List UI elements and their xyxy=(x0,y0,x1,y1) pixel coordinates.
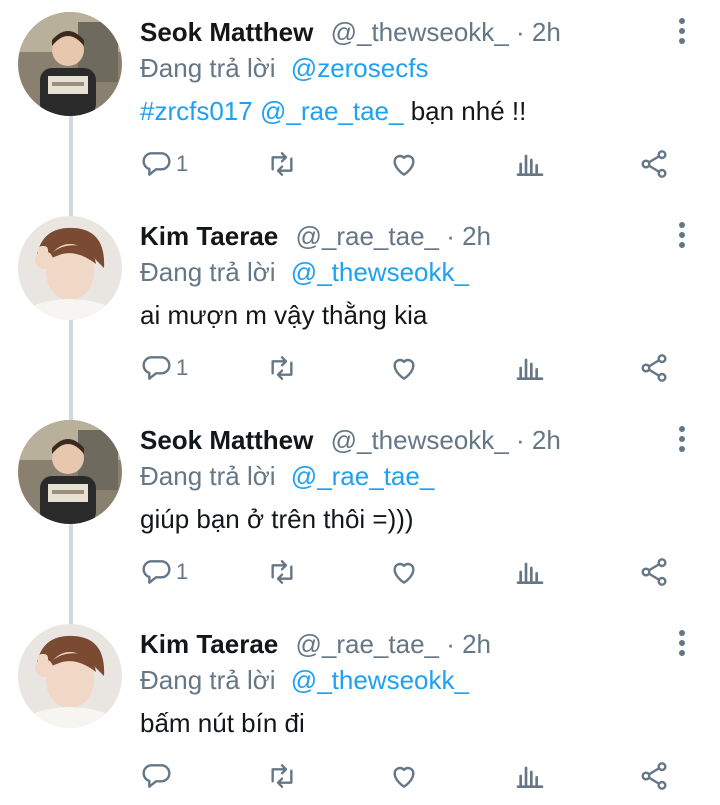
like-button[interactable] xyxy=(388,350,420,386)
action-bar: 1 xyxy=(140,350,680,386)
display-name[interactable]: Kim Taerae xyxy=(140,221,278,251)
reply-button[interactable]: 1 xyxy=(140,554,188,590)
more-vertical-icon[interactable] xyxy=(674,222,690,252)
display-name[interactable]: Kim Taerae xyxy=(140,629,278,659)
reply-count: 1 xyxy=(176,559,189,584)
avatar-kim-taerae-image xyxy=(18,216,122,320)
share-icon xyxy=(641,558,667,586)
replying-to-handle[interactable]: @_rae_tae_ xyxy=(291,461,435,491)
replying-to-label: Đang trả lời xyxy=(140,461,276,491)
tweet-body: giúp bạn ở trên thôi =))) xyxy=(140,504,414,534)
mention-link[interactable]: @_rae_tae_ xyxy=(260,96,404,126)
display-name[interactable]: Seok Matthew xyxy=(140,17,313,47)
tweet[interactable]: Kim Taerae @_rae_tae_ · 2h Đang trả lời … xyxy=(0,612,720,805)
like-button[interactable] xyxy=(388,554,420,590)
tweet-body: bấm nút bín đi xyxy=(140,708,305,738)
analytics-button[interactable] xyxy=(514,758,546,794)
analytics-button[interactable] xyxy=(514,146,546,182)
action-bar: 1 xyxy=(140,146,680,182)
analytics-icon xyxy=(516,154,544,176)
avatar[interactable] xyxy=(18,420,122,524)
hashtag-link[interactable]: #zrcfs017 xyxy=(140,96,253,126)
tweet-header: Kim Taerae @_rae_tae_ · 2h xyxy=(140,628,491,660)
tweet-header: Seok Matthew @_thewseokk_ · 2h xyxy=(140,16,561,48)
handle-and-time: @_thewseokk_ · 2h xyxy=(330,17,561,47)
avatar-kim-taerae-image xyxy=(18,624,122,728)
analytics-button[interactable] xyxy=(514,350,546,386)
share-icon xyxy=(641,354,667,382)
retweet-icon xyxy=(271,764,293,788)
replying-to: Đang trả lời @_thewseokk_ xyxy=(140,256,469,288)
reply-count: 1 xyxy=(176,151,189,176)
replying-to-label: Đang trả lời xyxy=(140,53,276,83)
tweet-text: bấm nút bín đi xyxy=(140,706,305,740)
tweet[interactable]: Kim Taerae @_rae_tae_ · 2h Đang trả lời … xyxy=(0,204,720,408)
tweet-text: #zrcfs017 @_rae_tae_ bạn nhé !! xyxy=(140,94,526,128)
avatar[interactable] xyxy=(18,12,122,116)
tweet[interactable]: Seok Matthew @_thewseokk_ · 2h Đang trả … xyxy=(0,0,720,204)
more-vertical-icon[interactable] xyxy=(674,18,690,48)
tweet-header: Seok Matthew @_thewseokk_ · 2h xyxy=(140,424,561,456)
analytics-icon xyxy=(516,766,544,788)
analytics-icon xyxy=(516,562,544,584)
retweet-button[interactable] xyxy=(266,350,298,386)
reply-button[interactable] xyxy=(140,758,176,794)
share-button[interactable] xyxy=(638,758,670,794)
replying-to-label: Đang trả lời xyxy=(140,665,276,695)
tweet[interactable]: Seok Matthew @_thewseokk_ · 2h Đang trả … xyxy=(0,408,720,612)
share-icon xyxy=(641,762,667,790)
avatar[interactable] xyxy=(18,624,122,728)
display-name[interactable]: Seok Matthew xyxy=(140,425,313,455)
replying-to: Đang trả lời @_rae_tae_ xyxy=(140,460,434,492)
like-button[interactable] xyxy=(388,758,420,794)
tweet-body: ai mượn m vậy thằng kia xyxy=(140,300,428,330)
reply-button[interactable]: 1 xyxy=(140,146,188,182)
retweet-button[interactable] xyxy=(266,146,298,182)
more-vertical-icon[interactable] xyxy=(674,630,690,660)
replying-to: Đang trả lời @zerosecfs xyxy=(140,52,428,84)
share-button[interactable] xyxy=(638,554,670,590)
tweet-header: Kim Taerae @_rae_tae_ · 2h xyxy=(140,220,491,252)
avatar-seok-matthew-image xyxy=(18,12,122,116)
analytics-icon xyxy=(516,358,544,380)
handle-and-time: @_thewseokk_ · 2h xyxy=(330,425,561,455)
retweet-icon xyxy=(271,560,293,584)
heart-icon xyxy=(393,766,415,788)
retweet-button[interactable] xyxy=(266,554,298,590)
avatar-seok-matthew-image xyxy=(18,420,122,524)
replying-to-handle[interactable]: @_thewseokk_ xyxy=(291,665,469,695)
share-button[interactable] xyxy=(638,350,670,386)
reply-icon xyxy=(142,764,171,788)
reply-button[interactable]: 1 xyxy=(140,350,188,386)
retweet-icon xyxy=(271,152,293,176)
action-bar: 1 xyxy=(140,554,680,590)
replying-to-handle[interactable]: @zerosecfs xyxy=(291,53,429,83)
replying-to-label: Đang trả lời xyxy=(140,257,276,287)
heart-icon xyxy=(393,154,415,176)
replying-to: Đang trả lời @_thewseokk_ xyxy=(140,664,469,696)
avatar[interactable] xyxy=(18,216,122,320)
tweet-text: ai mượn m vậy thằng kia xyxy=(140,298,427,332)
replying-to-handle[interactable]: @_thewseokk_ xyxy=(291,257,469,287)
reply-icon xyxy=(142,356,171,380)
handle-and-time: @_rae_tae_ · 2h xyxy=(295,221,492,251)
reply-icon xyxy=(142,560,171,584)
action-bar xyxy=(140,758,680,794)
retweet-icon xyxy=(271,356,293,380)
analytics-button[interactable] xyxy=(514,554,546,590)
reply-icon xyxy=(142,152,171,176)
like-button[interactable] xyxy=(388,146,420,182)
tweet-text: giúp bạn ở trên thôi =))) xyxy=(140,502,414,536)
heart-icon xyxy=(393,358,415,380)
tweet-body: bạn nhé !! xyxy=(410,96,527,126)
heart-icon xyxy=(393,562,415,584)
more-vertical-icon[interactable] xyxy=(674,426,690,456)
retweet-button[interactable] xyxy=(266,758,298,794)
share-button[interactable] xyxy=(638,146,670,182)
share-icon xyxy=(641,150,667,178)
reply-count: 1 xyxy=(176,355,189,380)
handle-and-time: @_rae_tae_ · 2h xyxy=(295,629,492,659)
